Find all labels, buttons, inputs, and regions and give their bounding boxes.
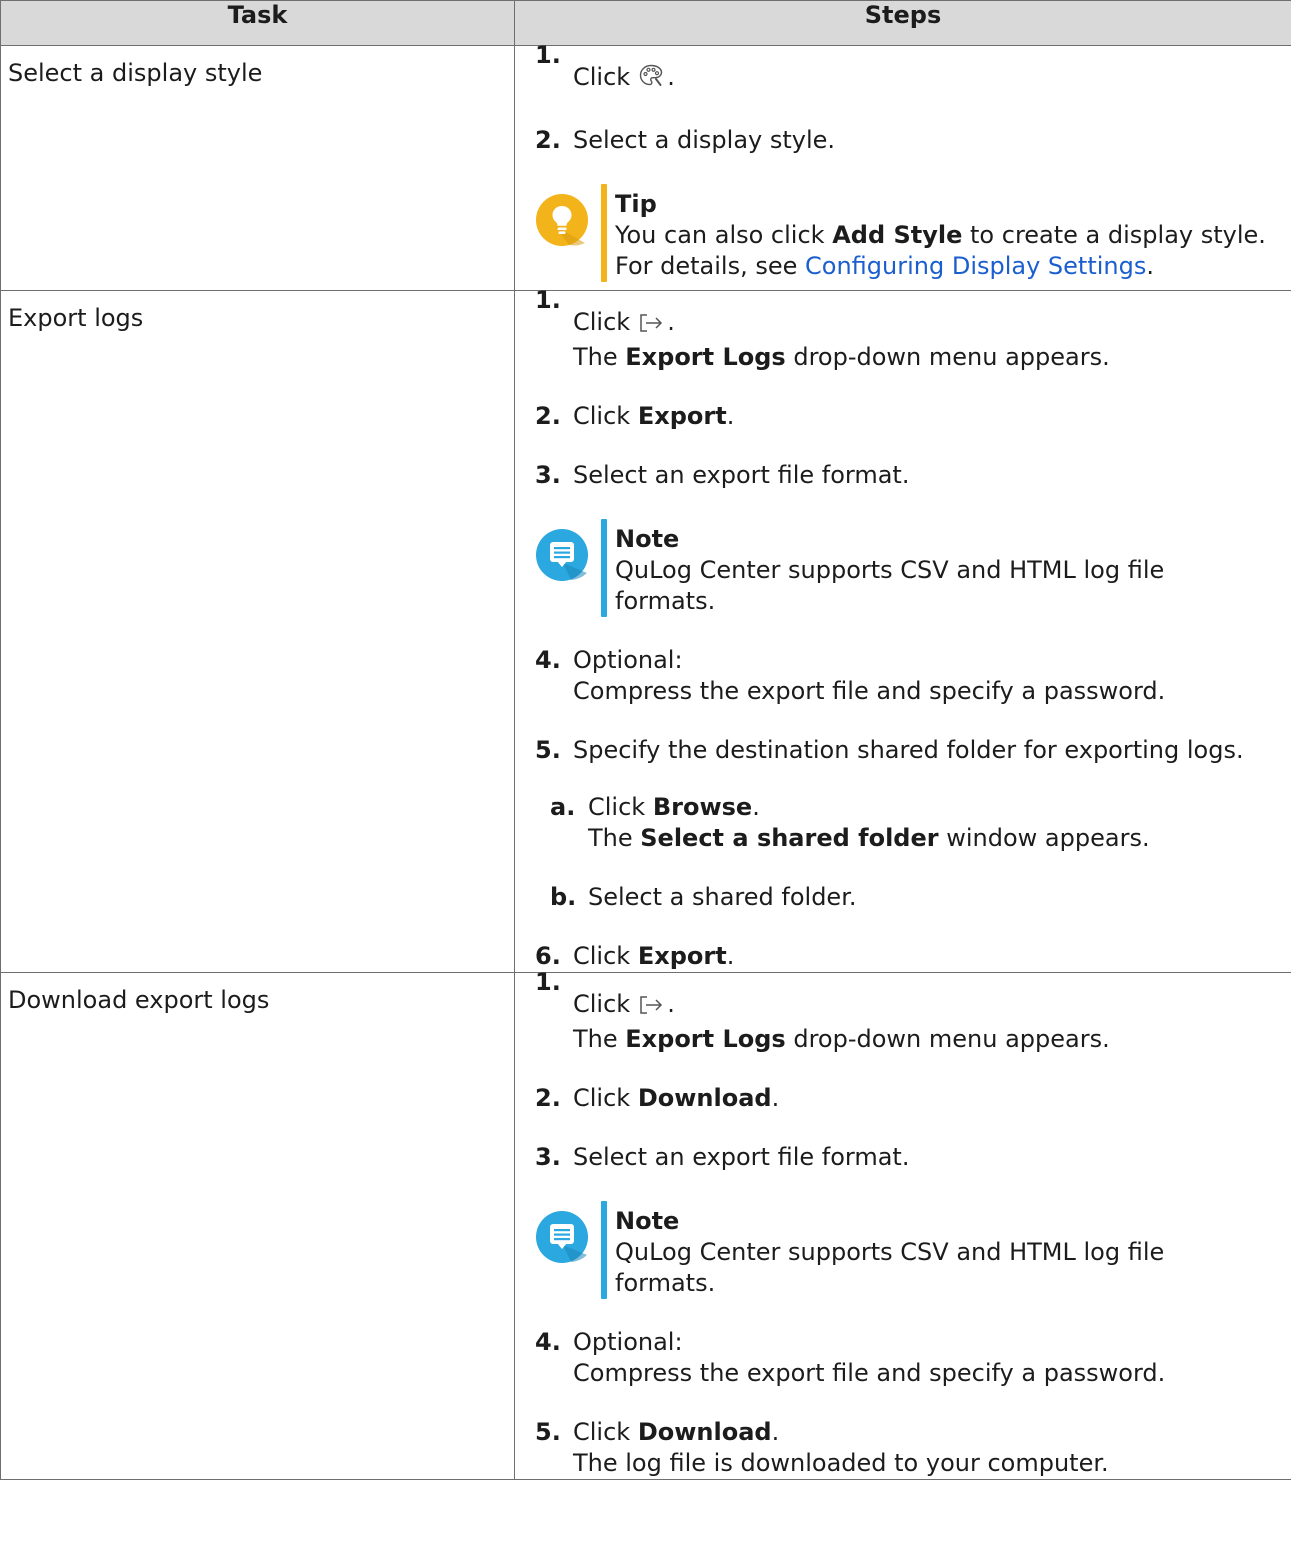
task-name: Export logs — [8, 304, 144, 332]
table-row: Select a display style 1. Click. 2. Sele… — [0, 41, 1291, 291]
step: 5. Specify the destination shared folder… — [535, 736, 1244, 764]
step: 2. Click Export. — [535, 402, 735, 430]
export-icon — [638, 311, 664, 342]
tip-bar — [601, 184, 607, 282]
note-icon — [535, 528, 591, 584]
tip-text: You can also click Add Style to create a… — [615, 221, 1266, 249]
step: 1. Click. — [535, 41, 1283, 97]
note-title: Note — [615, 525, 680, 553]
step: 2. Click Download. — [535, 1084, 780, 1112]
step-number: 2. — [535, 126, 561, 154]
step: 3. Select an export file format. — [535, 461, 910, 489]
tip-details: For details, see Configuring Display Set… — [615, 252, 1155, 280]
substep: a. Click Browse. The Select a shared fold… — [550, 793, 1150, 852]
step-number: 1. — [535, 286, 561, 314]
table-header-row: Task Steps — [0, 0, 1291, 46]
note-callout: Note QuLog Center supports CSV and HTML … — [535, 1201, 1283, 1299]
header-task: Task — [0, 0, 515, 46]
note-text: QuLog Center supports CSV and HTML log f… — [615, 1238, 1165, 1297]
step: 1. Click. The Export Logs drop-down menu… — [535, 286, 1110, 371]
note-icon — [535, 1210, 591, 1266]
steps-cell: 1. Click. 2. Select a display style. Tip… — [514, 41, 1291, 291]
task-name: Select a display style — [8, 59, 263, 87]
step: 4. Optional: Compress the export file and… — [535, 1328, 1166, 1387]
steps-cell: 1. Click. The Export Logs drop-down menu… — [514, 286, 1291, 973]
tip-title: Tip — [615, 190, 657, 218]
step: 2. Select a display style. — [535, 125, 1283, 156]
step: 1. Click. The Export Logs drop-down menu… — [535, 968, 1110, 1053]
task-steps-table: Task Steps Select a display style 1. Cli… — [0, 0, 1291, 1480]
step: 3. Select an export file format. — [535, 1143, 910, 1171]
header-steps: Steps — [514, 0, 1291, 46]
substeps: a. Click Browse. The Select a shared fold… — [550, 792, 1283, 913]
export-icon — [638, 993, 664, 1024]
note-bar — [601, 1201, 607, 1299]
note-bar — [601, 519, 607, 617]
steps-cell: 1. Click. The Export Logs drop-down menu… — [514, 968, 1291, 1480]
step-text: Select a display style. — [573, 126, 836, 154]
note-text: QuLog Center supports CSV and HTML log f… — [615, 556, 1165, 615]
table-row: Export logs 1. Click. The Export Logs dr… — [0, 286, 1291, 973]
note-callout: Note QuLog Center supports CSV and HTML … — [535, 519, 1283, 617]
task-cell: Download export logs — [0, 972, 515, 1480]
step: 4. Optional: Compress the export file and… — [535, 646, 1166, 705]
lightbulb-icon — [535, 193, 591, 249]
palette-icon — [638, 63, 664, 97]
task-cell: Select a display style — [0, 45, 515, 291]
step-text: Click — [573, 63, 631, 91]
step: 5. Click Download. The log file is downlo… — [535, 1418, 1109, 1477]
substep: b. Select a shared folder. — [550, 883, 857, 911]
step-number: 1. — [535, 41, 561, 69]
tip-callout: Tip You can also click Add Style to crea… — [535, 184, 1283, 282]
note-title: Note — [615, 1207, 680, 1235]
step: 6. Click Export. — [535, 942, 735, 970]
task-cell: Export logs — [0, 290, 515, 973]
task-name: Download export logs — [8, 986, 270, 1014]
configuring-display-settings-link[interactable]: Configuring Display Settings — [805, 252, 1146, 280]
table-row: Download export logs 1. Click. The Expor… — [0, 968, 1291, 1480]
step-result: The Export Logs drop-down menu appears. — [573, 343, 1110, 371]
